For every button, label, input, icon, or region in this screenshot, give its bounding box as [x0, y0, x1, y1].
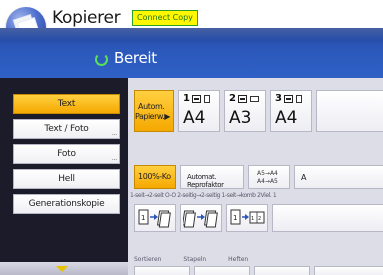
- app-title: Kopierer: [52, 8, 121, 28]
- app-header: Kopierer Connect Copy Bereit: [0, 0, 383, 78]
- tray-4-button[interactable]: [316, 90, 383, 132]
- duplex-1-to-2-button[interactable]: 1: [134, 204, 176, 232]
- paper-orientation-icon: [296, 95, 302, 103]
- paper-orientation-icon: [204, 95, 210, 103]
- staple-label: Heften: [228, 256, 249, 263]
- mode-label: Text: [57, 99, 76, 109]
- sort-label: Sortieren: [134, 256, 162, 263]
- mode-label: Hell: [58, 174, 75, 184]
- duplex-labels: 1-seit→2-seit O-O 2-seitig→2-seitig 1-se…: [130, 192, 277, 199]
- density-slider[interactable]: [0, 262, 128, 275]
- image-mode-panel: Text Text / Foto ... Foto ... Hell Gener…: [0, 78, 128, 275]
- combine-icon: 1 1 2: [230, 209, 265, 225]
- mode-label: Generationskopie: [28, 199, 105, 209]
- mode-label: Foto: [57, 149, 76, 159]
- svg-text:2: 2: [258, 216, 261, 222]
- mode-photo-button[interactable]: Foto ...: [13, 144, 120, 164]
- tray-3-button[interactable]: 3 A4: [270, 90, 312, 132]
- svg-text:1: 1: [233, 214, 237, 222]
- tray-paper-size: A3: [229, 108, 252, 128]
- staple-button[interactable]: [254, 266, 310, 275]
- more-dots-icon: ...: [111, 155, 117, 162]
- connect-copy-badge[interactable]: Connect Copy: [132, 10, 198, 26]
- svg-text:1: 1: [141, 214, 145, 222]
- tray-2-button[interactable]: 2 A3: [224, 90, 266, 132]
- full-size-label: 100%-Ko: [138, 172, 171, 181]
- tray-icon: [238, 95, 247, 103]
- duplex-2-to-2-button[interactable]: [180, 204, 222, 232]
- density-pointer-icon: [56, 266, 68, 272]
- mode-text-button[interactable]: Text: [13, 94, 120, 114]
- tray-number: 2: [229, 93, 236, 104]
- auto-paper-label: Autom.: [138, 102, 165, 111]
- mode-text-photo-button[interactable]: Text / Foto ...: [13, 119, 120, 139]
- stack-button[interactable]: [194, 266, 250, 275]
- tray-1-button[interactable]: 1 A4: [178, 90, 220, 132]
- tray-icon: [192, 95, 201, 103]
- copier-screen: Kopierer Connect Copy Bereit Text Text /…: [0, 0, 383, 275]
- more-dots-icon: ...: [111, 130, 117, 137]
- svg-text:1: 1: [251, 216, 254, 222]
- tray-number: 3: [275, 93, 282, 104]
- tray-icon: [284, 95, 293, 103]
- tray-paper-size: A4: [183, 108, 206, 128]
- auto-paper-label-2: Papierw.▶: [135, 112, 170, 121]
- duplex-2-to-2-icon: [183, 210, 218, 228]
- combine-1-sided-button[interactable]: 1 1 2: [226, 204, 268, 232]
- preset-ratio-button[interactable]: A5→A4 A4→A5: [248, 165, 290, 189]
- tray-number: 1: [183, 93, 190, 104]
- finishing-labels: Sortieren Stapeln Heften: [134, 256, 374, 266]
- preset-ratio-label-1: A5→A4: [257, 170, 278, 177]
- auto-reduce-enlarge-button[interactable]: Automat. Reprofaktor: [180, 165, 244, 189]
- copy-settings-panel: Autom. Papierw.▶ 1 A4 2 A3 3 A4 100%-Ko …: [128, 78, 383, 275]
- finishing-more-button[interactable]: [314, 266, 383, 275]
- sort-button[interactable]: [134, 266, 190, 275]
- auto-paper-select-button[interactable]: Autom. Papierw.▶: [134, 90, 174, 132]
- auto-reduce-label: Automat. Reprofaktor: [187, 173, 224, 189]
- paper-orientation-icon: [250, 96, 259, 102]
- tray-paper-size: A4: [275, 108, 298, 128]
- preset-ratio-label-2: A4→A5: [257, 178, 278, 185]
- status-text: Bereit: [114, 49, 157, 67]
- mode-light-button[interactable]: Hell: [13, 169, 120, 189]
- duplex-1-to-2-icon: 1: [138, 209, 171, 228]
- mode-label: Text / Foto: [44, 124, 89, 134]
- full-size-copy-button[interactable]: 100%-Ko: [134, 165, 176, 189]
- mode-generation-copy-button[interactable]: Generationskopie: [13, 194, 120, 214]
- status-bar: Bereit: [0, 28, 383, 78]
- stack-label: Stapeln: [183, 256, 207, 263]
- preset-ratio-label-3: A: [301, 173, 307, 182]
- ready-ring-icon: [95, 53, 108, 66]
- duplex-more-button[interactable]: [272, 204, 383, 232]
- preset-ratio-button-2[interactable]: A: [294, 165, 383, 189]
